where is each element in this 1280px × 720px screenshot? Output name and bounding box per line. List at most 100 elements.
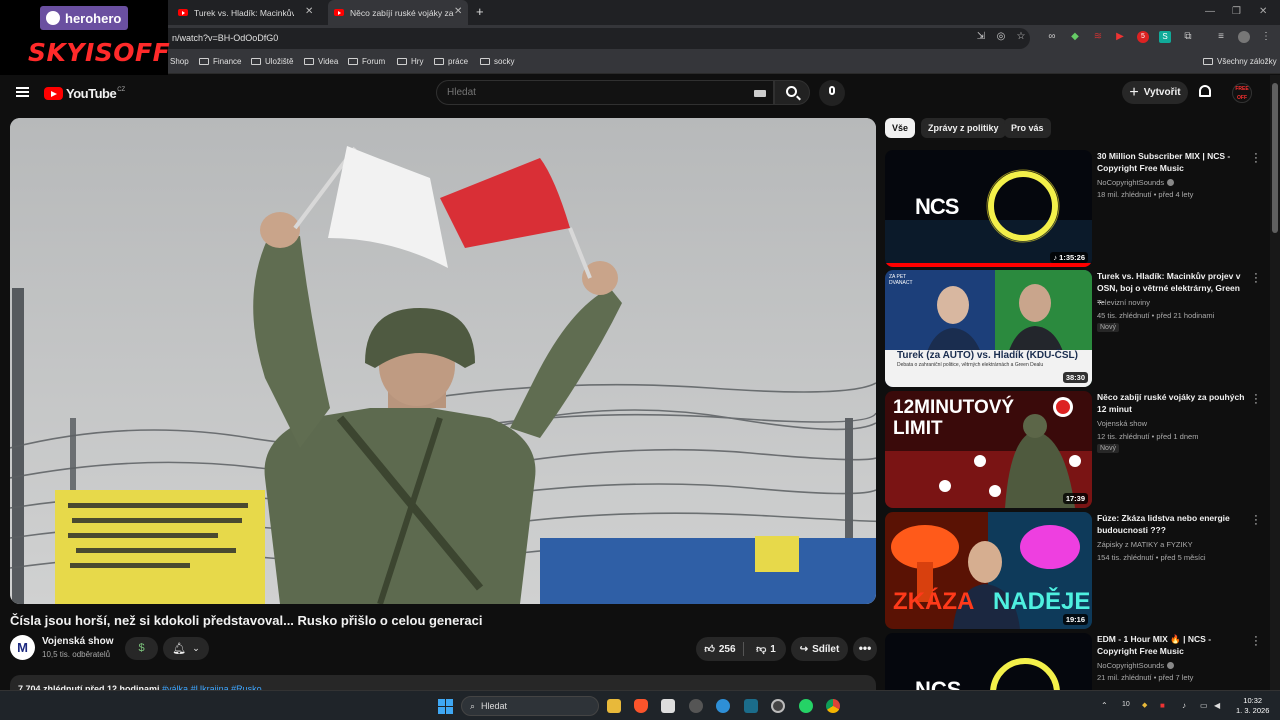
- file-explorer-icon[interactable]: [607, 699, 621, 713]
- recommendation-title[interactable]: Fúze: Zkáza lidstva nebo energie budoucn…: [1097, 512, 1247, 536]
- extension-shield-icon[interactable]: ◆: [1069, 31, 1081, 43]
- keyboard-icon[interactable]: [754, 90, 766, 97]
- join-membership-button[interactable]: $: [125, 637, 158, 660]
- video-thumbnail[interactable]: NCS: [885, 633, 1092, 690]
- folder-icon: [434, 58, 444, 65]
- youtube-logo[interactable]: YouTube CZ: [44, 86, 125, 101]
- whatsapp-icon[interactable]: [799, 699, 813, 713]
- install-app-icon[interactable]: ⇲: [975, 31, 987, 43]
- bookmark-folder-uloziste[interactable]: Uložiště: [251, 57, 293, 66]
- app-hexagon-icon[interactable]: [689, 699, 703, 713]
- page-scrollbar[interactable]: [1270, 75, 1280, 695]
- minimize-icon[interactable]: —: [1205, 6, 1215, 17]
- video-thumbnail[interactable]: ZKÁZA NADĚJE 19:16: [885, 512, 1092, 629]
- bookmark-star-icon[interactable]: ☆: [1015, 31, 1027, 43]
- bookmark-folder-forum[interactable]: Forum: [348, 57, 385, 66]
- kebab-menu-icon[interactable]: · · ·: [1252, 511, 1260, 530]
- recommendation-channel[interactable]: NoCopyrightSounds: [1097, 661, 1175, 670]
- account-avatar[interactable]: FREE OFF: [1232, 83, 1252, 103]
- tab-close-icon[interactable]: ✕: [454, 6, 462, 17]
- extensions-puzzle-icon[interactable]: ⧉: [1182, 31, 1194, 43]
- chip-for-you[interactable]: Pro vás: [1004, 118, 1051, 138]
- voice-search-button[interactable]: [819, 80, 845, 106]
- tray-badge[interactable]: 10: [1122, 701, 1130, 708]
- app-blue-icon[interactable]: [716, 699, 730, 713]
- share-button[interactable]: ↪ Sdílet: [791, 637, 848, 661]
- calculator-icon[interactable]: [661, 699, 675, 713]
- recommendation-channel[interactable]: Televizní noviny: [1097, 298, 1150, 307]
- restore-icon[interactable]: ❐: [1232, 6, 1241, 17]
- recommendation-channel[interactable]: NoCopyrightSounds: [1097, 178, 1175, 187]
- chip-politics-news[interactable]: Zprávy z politiky: [921, 118, 1006, 138]
- extension-s-icon[interactable]: 5: [1137, 31, 1149, 43]
- recommendation-channel[interactable]: Vojenská show: [1097, 419, 1147, 428]
- bookmark-shop[interactable]: Shop: [170, 57, 189, 66]
- channel-name-link[interactable]: Vojenská show: [42, 636, 114, 647]
- recommendation-item[interactable]: NCS ♪ 1:35:26 30 Million Subscriber MIX …: [885, 149, 1265, 267]
- like-button[interactable]: 👍︎ 256: [696, 637, 744, 661]
- more-actions-button[interactable]: •••: [853, 637, 877, 661]
- extension-s-green-icon[interactable]: S: [1159, 31, 1171, 43]
- bookmark-folder-prace[interactable]: práce: [434, 57, 468, 66]
- recommendation-channel[interactable]: Zápisky z MATIKY a FYZIKY: [1097, 540, 1193, 549]
- recommendation-item[interactable]: 12MINUTOVÝ LIMIT 17:39 Něco zabíjí ruské…: [885, 390, 1265, 508]
- tray-app-icon[interactable]: ◆: [1142, 701, 1147, 709]
- windows-start-icon[interactable]: [438, 699, 453, 714]
- browser-tab-active[interactable]: Něco zabíjí ruské vojáky za pouhých 12 m…: [328, 0, 468, 25]
- recommendation-title[interactable]: 30 Million Subscriber MIX | NCS - Copyri…: [1097, 150, 1247, 174]
- tray-chevron-up-icon[interactable]: ⌃: [1101, 701, 1108, 710]
- scrollbar-thumb[interactable]: [1272, 83, 1278, 233]
- new-tab-button[interactable]: +: [476, 4, 484, 19]
- close-window-icon[interactable]: ✕: [1259, 6, 1267, 17]
- tab-close-icon[interactable]: ✕: [305, 6, 313, 17]
- share-label: Sdílet: [812, 643, 840, 655]
- bookmark-folder-finance[interactable]: Finance: [199, 57, 241, 66]
- notifications-bell-icon[interactable]: [1199, 85, 1211, 97]
- taskbar-clock[interactable]: 10:32 1. 3. 2026: [1236, 696, 1269, 716]
- recommendation-item[interactable]: ZA PET DVANACT Turek (za AUTO) vs. Hladí…: [885, 269, 1265, 387]
- reading-list-icon[interactable]: ≡: [1215, 31, 1227, 43]
- dislike-button[interactable]: 👎︎ 1: [746, 637, 786, 661]
- browser-menu-icon[interactable]: ⋮: [1260, 31, 1272, 43]
- tray-mic-icon[interactable]: ♪: [1182, 701, 1186, 710]
- brave-browser-icon[interactable]: [634, 699, 648, 713]
- extension-wave-icon[interactable]: ≋: [1092, 31, 1104, 43]
- kebab-menu-icon[interactable]: · · ·: [1252, 149, 1260, 168]
- recommendation-item[interactable]: ZKÁZA NADĚJE 19:16 Fúze: Zkáza lidstva n…: [885, 511, 1265, 629]
- kebab-menu-icon[interactable]: · · ·: [1252, 269, 1260, 288]
- bookmark-folder-videa[interactable]: Videa: [304, 57, 338, 66]
- app-recording-icon[interactable]: [771, 699, 785, 713]
- extension-youtube-icon[interactable]: ▶: [1114, 31, 1126, 43]
- bookmark-label: Finance: [213, 57, 242, 66]
- taskbar-search[interactable]: ⌕ Hledat: [461, 696, 599, 716]
- video-player[interactable]: [10, 118, 876, 604]
- search-button[interactable]: [774, 80, 810, 105]
- video-thumbnail[interactable]: NCS ♪ 1:35:26: [885, 150, 1092, 267]
- video-thumbnail[interactable]: ZA PET DVANACT Turek (za AUTO) vs. Hladí…: [885, 270, 1092, 387]
- video-thumbnail[interactable]: 12MINUTOVÝ LIMIT 17:39: [885, 391, 1092, 508]
- profile-avatar-icon[interactable]: [1238, 31, 1250, 43]
- recommendation-title[interactable]: EDM - 1 Hour MIX 🔥 | NCS - Copyright Fre…: [1097, 633, 1247, 657]
- bookmark-folder-socky[interactable]: socky: [480, 57, 514, 66]
- bookmark-folder-hry[interactable]: Hry: [397, 57, 423, 66]
- chip-all[interactable]: Vše: [885, 118, 916, 138]
- channel-avatar[interactable]: M: [10, 635, 35, 660]
- eye-off-icon[interactable]: ◎: [995, 31, 1007, 43]
- recommendation-item[interactable]: NCS EDM - 1 Hour MIX 🔥 | NCS - Copyright…: [885, 633, 1265, 690]
- tray-red-app-icon[interactable]: ■: [1160, 701, 1165, 710]
- subscribed-notification-button[interactable]: 🔔︎ ⌄: [163, 637, 209, 660]
- recommendation-title[interactable]: Něco zabíjí ruské vojáky za pouhých 12 m…: [1097, 391, 1247, 415]
- app-teal-icon[interactable]: [744, 699, 758, 713]
- kebab-menu-icon[interactable]: · · ·: [1252, 390, 1260, 409]
- create-button[interactable]: + Vytvořit: [1122, 81, 1188, 104]
- chrome-icon[interactable]: [826, 699, 840, 713]
- kebab-menu-icon[interactable]: · · ·: [1252, 633, 1260, 651]
- browser-tab[interactable]: Turek vs. Hladík: Macinkův projev v OSN: [172, 0, 302, 25]
- hamburger-menu-icon[interactable]: [16, 87, 29, 97]
- extension-glasses-icon[interactable]: ∞: [1046, 31, 1058, 43]
- search-input[interactable]: [447, 87, 737, 98]
- volume-icon[interactable]: ◀: [1214, 701, 1220, 710]
- address-input[interactable]: n/watch?v=BH-OdOoDfG0: [150, 28, 1030, 49]
- network-icon[interactable]: ▭: [1200, 701, 1208, 710]
- all-bookmarks-folder[interactable]: Všechny záložky: [1203, 57, 1277, 66]
